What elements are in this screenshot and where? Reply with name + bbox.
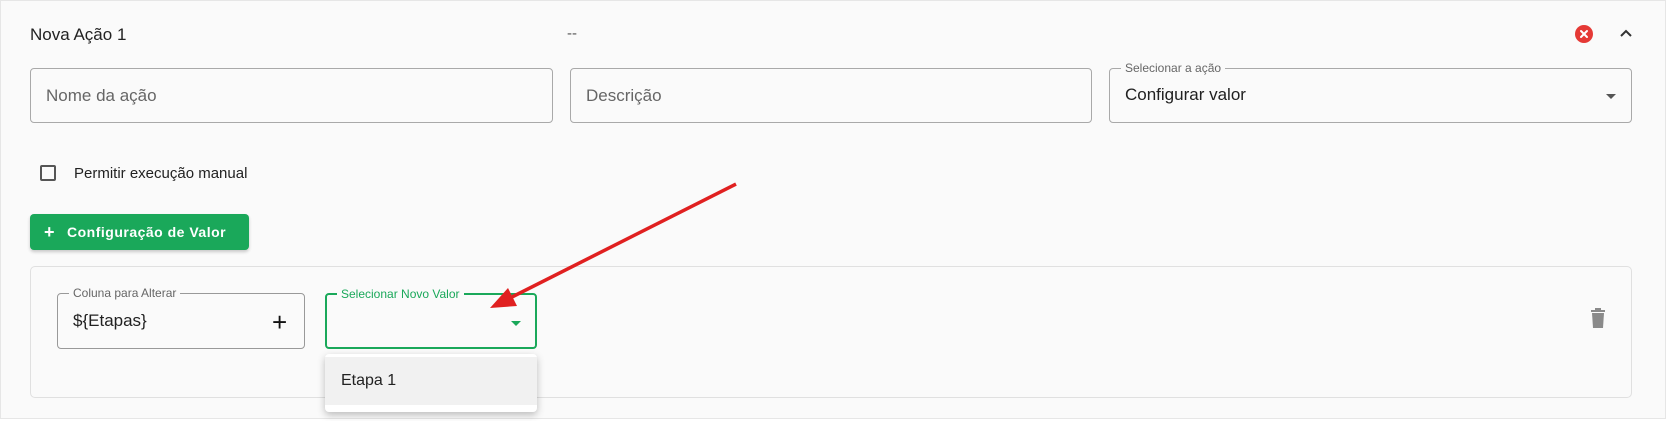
new-value-select[interactable]: Selecionar Novo Valor <box>325 286 537 349</box>
dropdown-option-label: Etapa 1 <box>341 372 397 389</box>
action-type-select[interactable]: Selecionar a ação Configurar valor <box>1109 60 1632 123</box>
action-title: Nova Ação 1 <box>30 25 127 44</box>
action-type-label: Selecionar a ação <box>1121 60 1226 76</box>
manual-execution-checkbox[interactable] <box>40 165 56 181</box>
new-value-label: Selecionar Novo Valor <box>337 286 464 302</box>
trash-icon[interactable] <box>1590 308 1606 333</box>
column-field[interactable]: Coluna para Alterar ${Etapas} <box>57 285 305 349</box>
new-value-dropdown-menu: Etapa 1 <box>325 354 537 412</box>
close-icon[interactable] <box>1575 25 1593 43</box>
chevron-down-icon <box>1606 94 1616 99</box>
plus-icon: + <box>44 222 56 242</box>
manual-execution-label: Permitir execução manual <box>74 165 248 182</box>
action-name-field[interactable] <box>30 68 553 123</box>
column-value: ${Etapas} <box>73 311 147 330</box>
chevron-down-icon <box>511 321 521 326</box>
action-description-field[interactable] <box>570 68 1092 123</box>
action-description-input[interactable] <box>586 86 1026 106</box>
action-name-input[interactable] <box>46 86 486 106</box>
action-panel: Nova Ação 1 -- Selecionar a ação Configu… <box>0 0 1666 419</box>
add-value-config-button[interactable]: + Configuração de Valor <box>30 214 249 250</box>
add-column-icon[interactable]: + <box>272 309 287 335</box>
action-description-text: -- <box>567 25 577 42</box>
column-label: Coluna para Alterar <box>69 285 181 301</box>
add-value-config-label: Configuração de Valor <box>67 224 227 240</box>
action-type-value: Configurar valor <box>1125 85 1246 104</box>
chevron-up-icon[interactable] <box>1616 23 1636 43</box>
dropdown-option[interactable]: Etapa 1 <box>325 357 537 405</box>
